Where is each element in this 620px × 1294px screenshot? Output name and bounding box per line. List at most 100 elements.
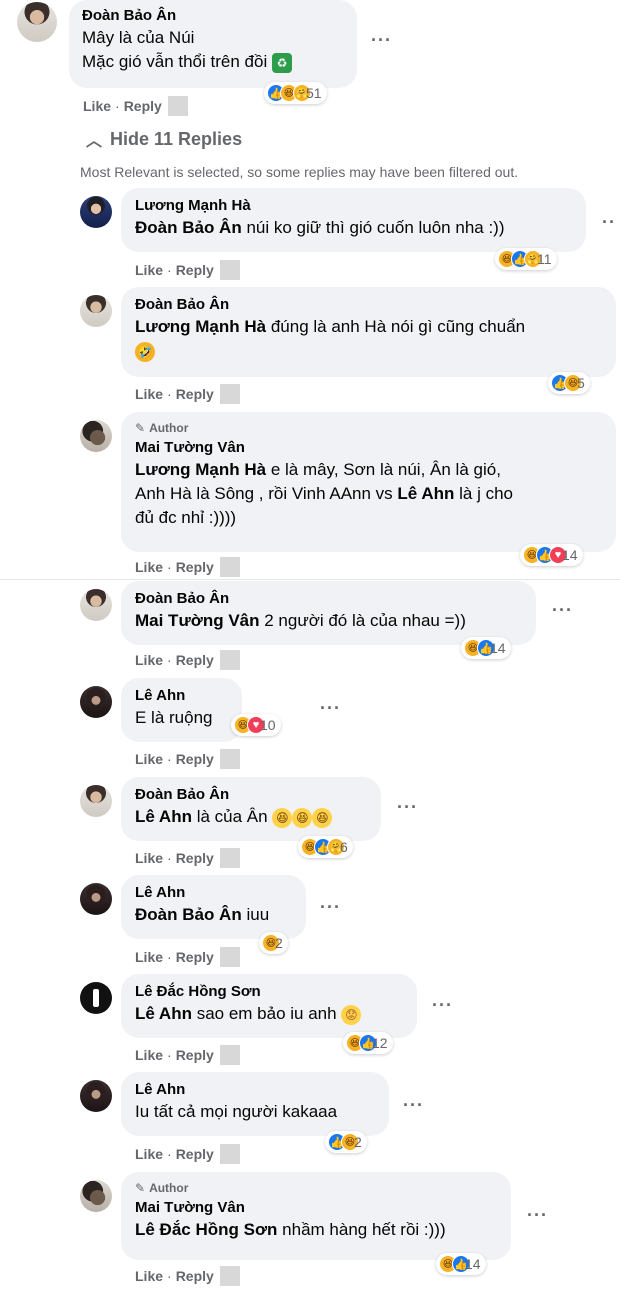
timestamp[interactable] xyxy=(167,96,188,116)
reaction-summary[interactable]: 👍 😆 🤗 51 xyxy=(264,82,327,104)
author-badge: ✎ Author xyxy=(135,421,189,435)
more-options-icon[interactable]: ··· xyxy=(371,30,392,51)
reply-link[interactable]: Reply xyxy=(176,1047,214,1063)
reply-link[interactable]: Reply xyxy=(176,1146,214,1162)
like-link[interactable]: Like xyxy=(135,386,163,402)
reply-bubble: Lê Ahn E là ruộng xyxy=(121,678,242,742)
more-options-icon[interactable]: ··· xyxy=(432,995,453,1016)
mention-link[interactable]: Lê Ahn xyxy=(397,484,454,503)
reply-author[interactable]: Đoàn Bảo Ân xyxy=(135,785,367,805)
reply-actions: Like · Reply xyxy=(135,1266,240,1286)
timestamp[interactable] xyxy=(219,947,240,967)
timestamp[interactable] xyxy=(219,1266,240,1286)
reply-bubble: Lương Mạnh Hà Đoàn Bảo Ân núi ko giữ thì… xyxy=(121,188,586,252)
timestamp[interactable] xyxy=(219,848,240,868)
reply-actions: Like · Reply xyxy=(135,650,240,670)
like-link[interactable]: Like xyxy=(83,98,111,114)
sad-emoji-icon: 😟 xyxy=(341,1004,362,1025)
more-options-icon[interactable]: ··· xyxy=(397,797,418,818)
reaction-summary[interactable]: 😆 👍 14 xyxy=(436,1253,486,1275)
reply-link[interactable]: Reply xyxy=(176,850,214,866)
reply-author[interactable]: Lê Đắc Hồng Sơn xyxy=(135,982,403,1002)
reaction-summary[interactable]: 👍 😆 2 xyxy=(325,1131,367,1153)
timestamp[interactable] xyxy=(219,384,240,404)
avatar[interactable] xyxy=(80,785,112,817)
reaction-summary[interactable]: 😆 ♥ 10 xyxy=(231,714,281,736)
mention-link[interactable]: Mai Tường Vân xyxy=(135,611,260,630)
timestamp[interactable] xyxy=(219,749,240,769)
grinning-squint-emoji-icon: 😆 xyxy=(272,807,293,828)
timestamp[interactable] xyxy=(219,650,240,670)
comment-text: Mây là của Núi xyxy=(82,28,195,47)
like-link[interactable]: Like xyxy=(135,262,163,278)
reaction-summary[interactable]: 😆 👍 🤗 11 xyxy=(495,248,557,270)
reply-author[interactable]: Đoàn Bảo Ân xyxy=(135,589,522,609)
mention-link[interactable]: Lương Mạnh Hà xyxy=(135,460,266,479)
timestamp[interactable] xyxy=(219,557,240,577)
mention-link[interactable]: Đoàn Bảo Ân xyxy=(135,905,242,924)
mention-link[interactable]: Đoàn Bảo Ân xyxy=(135,218,242,237)
avatar[interactable] xyxy=(17,2,57,42)
more-options-icon[interactable]: ··· xyxy=(527,1205,548,1226)
mention-link[interactable]: Lê Ahn xyxy=(135,1004,192,1023)
reply-author[interactable]: Mai Tường Vân xyxy=(135,438,602,458)
chevron-up-icon: ︿ xyxy=(86,133,103,150)
reply-link[interactable]: Reply xyxy=(176,652,214,668)
reply-link[interactable]: Reply xyxy=(176,386,214,402)
like-link[interactable]: Like xyxy=(135,1146,163,1162)
reaction-summary[interactable]: 😆 👍 ♥ 14 xyxy=(520,544,583,566)
more-options-icon[interactable]: ··· xyxy=(403,1095,424,1116)
reply-bubble: Lê Ahn Đoàn Bảo Ân iuu xyxy=(121,875,306,939)
like-link[interactable]: Like xyxy=(135,652,163,668)
reply-author[interactable]: Lê Ahn xyxy=(135,1080,375,1100)
more-options-icon[interactable]: ··· xyxy=(552,600,573,621)
reaction-summary[interactable]: 😆 👍 12 xyxy=(343,1032,393,1054)
filter-note: Most Relevant is selected, so some repli… xyxy=(80,164,519,180)
reaction-summary[interactable]: 😆 👍 14 xyxy=(461,637,511,659)
like-link[interactable]: Like xyxy=(135,1268,163,1284)
like-link[interactable]: Like xyxy=(135,751,163,767)
like-link[interactable]: Like xyxy=(135,1047,163,1063)
reaction-summary[interactable]: 😆 👍 🤗 6 xyxy=(298,836,353,858)
reply-author[interactable]: Mai Tường Vân xyxy=(135,1198,497,1218)
avatar[interactable] xyxy=(80,883,112,915)
reply-bubble: ✎ Author Mai Tường Vân Lương Mạnh Hà e là… xyxy=(121,412,616,552)
avatar[interactable] xyxy=(80,1180,112,1212)
like-link[interactable]: Like xyxy=(135,559,163,575)
reply-link[interactable]: Reply xyxy=(124,98,162,114)
reply-link[interactable]: Reply xyxy=(176,1268,214,1284)
reply-author[interactable]: Lê Ahn xyxy=(135,883,292,903)
mention-link[interactable]: Lương Mạnh Hà xyxy=(135,317,266,336)
reply-bubble: Lê Ahn Iu tất cả mọi người kakaaa xyxy=(121,1072,389,1136)
reply-author[interactable]: Lương Mạnh Hà xyxy=(135,196,572,216)
timestamp[interactable] xyxy=(219,260,240,280)
reaction-summary[interactable]: 👍 😆 5 xyxy=(548,372,590,394)
avatar[interactable] xyxy=(80,982,112,1014)
avatar[interactable] xyxy=(80,420,112,452)
reply-bubble: Đoàn Bảo Ân Mai Tường Vân 2 người đó là … xyxy=(121,581,536,645)
reaction-summary[interactable]: 😆 2 xyxy=(259,932,288,954)
reply-link[interactable]: Reply xyxy=(176,949,214,965)
hide-replies-button[interactable]: ︿ Hide 11 Replies xyxy=(86,127,242,151)
like-link[interactable]: Like xyxy=(135,949,163,965)
more-options-icon[interactable]: ··· xyxy=(320,897,341,918)
reply-link[interactable]: Reply xyxy=(176,559,214,575)
mention-link[interactable]: Lê Đắc Hồng Sơn xyxy=(135,1220,277,1239)
comment-author[interactable]: Đoàn Bảo Ân xyxy=(82,6,344,26)
reply-link[interactable]: Reply xyxy=(176,751,214,767)
reply-author[interactable]: Lê Ahn xyxy=(135,686,228,706)
avatar[interactable] xyxy=(80,589,112,621)
avatar[interactable] xyxy=(80,1080,112,1112)
more-options-icon[interactable]: ·· xyxy=(602,212,616,233)
like-link[interactable]: Like xyxy=(135,850,163,866)
timestamp[interactable] xyxy=(219,1144,240,1164)
avatar[interactable] xyxy=(80,295,112,327)
avatar[interactable] xyxy=(80,196,112,228)
timestamp[interactable] xyxy=(219,1045,240,1065)
reply-bubble: Lê Đắc Hồng Sơn Lê Ahn sao em bảo iu anh… xyxy=(121,974,417,1038)
reply-link[interactable]: Reply xyxy=(176,262,214,278)
reply-author[interactable]: Đoàn Bảo Ân xyxy=(135,295,602,315)
avatar[interactable] xyxy=(80,686,112,718)
more-options-icon[interactable]: ··· xyxy=(320,698,341,719)
mention-link[interactable]: Lê Ahn xyxy=(135,807,192,826)
